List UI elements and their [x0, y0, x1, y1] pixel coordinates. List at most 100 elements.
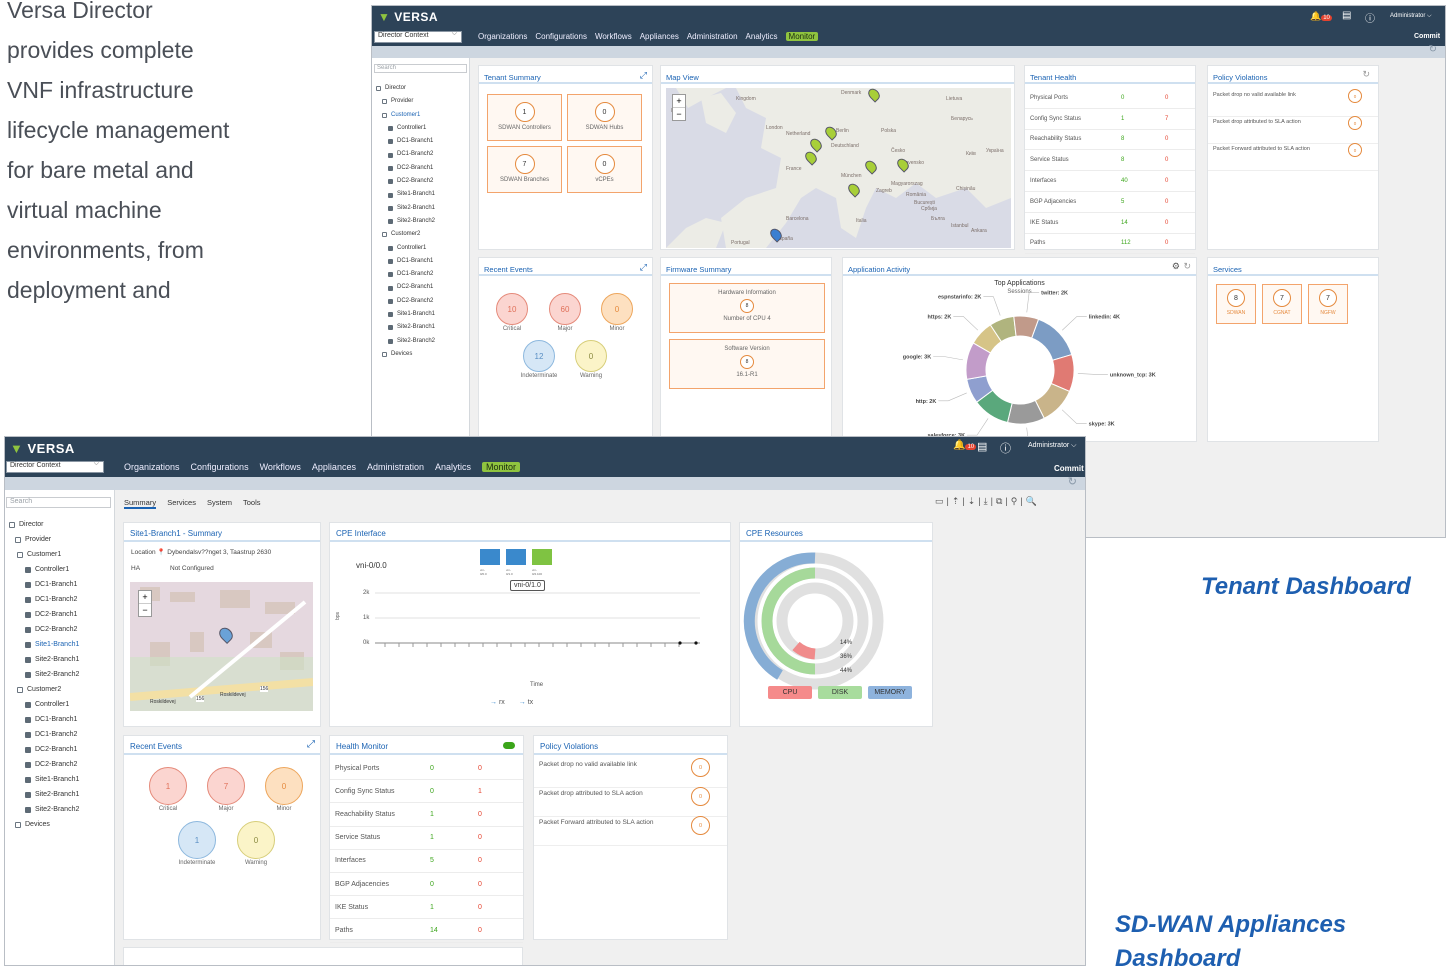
tree-node[interactable]: DC1-Branch2 — [9, 592, 79, 607]
donut-slice-linkedin[interactable] — [1031, 318, 1073, 361]
tree-node[interactable]: DC1-Branch1 — [9, 712, 79, 727]
download-icon[interactable]: ⇣ — [968, 496, 979, 506]
tree-node[interactable]: DC2-Branch2 — [376, 175, 435, 188]
health-row[interactable]: Reachability Status 8 0 — [1025, 130, 1195, 151]
nav-configurations[interactable]: Configurations — [535, 32, 587, 41]
tree-node[interactable]: Site2-Branch2 — [9, 802, 79, 817]
health-row[interactable]: Reachability Status 1 0 — [330, 803, 523, 827]
vcpes-tile[interactable]: 0 vCPEs — [567, 146, 642, 193]
tree-node[interactable]: Site1-Branch1 — [376, 188, 435, 201]
policy-violation-row[interactable]: Packet drop attributed to SLA action 0 — [1208, 116, 1378, 144]
nav-administration[interactable]: Administration — [687, 32, 738, 41]
sdwan-hubs-tile[interactable]: 0 SDWAN Hubs — [567, 94, 642, 141]
tree-node[interactable]: Controller1 — [9, 697, 79, 712]
tools-icon[interactable]: ⚲ — [1011, 496, 1021, 506]
disk-button[interactable]: DISK — [818, 686, 862, 699]
nav-organizations[interactable]: Organizations — [124, 462, 180, 472]
event-count-minor[interactable]: 0 — [601, 293, 633, 325]
export-icon[interactable]: ⤓ — [984, 496, 991, 506]
health-row[interactable]: IKE Status 1 0 — [330, 896, 523, 920]
tree-node[interactable]: Site2-Branch1 — [376, 202, 435, 215]
nav-workflows[interactable]: Workflows — [595, 32, 632, 41]
legend-tx[interactable]: → tx — [519, 699, 533, 706]
software-version-tile[interactable]: Software Version 8 16.1-R1 — [669, 339, 825, 389]
alerts-bell-icon[interactable]: 🔔 10 — [1310, 11, 1332, 22]
nav-workflows[interactable]: Workflows — [260, 462, 301, 472]
nav-organizations[interactable]: Organizations — [478, 32, 527, 41]
tree-node[interactable]: Director — [376, 82, 435, 95]
tree-search-input[interactable]: Search — [6, 497, 111, 508]
health-row[interactable]: BGP Adjacencies 0 0 — [330, 873, 523, 897]
tree-node[interactable]: DC2-Branch1 — [376, 162, 435, 175]
tab-system[interactable]: System — [207, 498, 232, 507]
service-sdwan-tile[interactable]: 8 SDWAN — [1216, 284, 1256, 324]
nav-appliances[interactable]: Appliances — [312, 462, 356, 472]
tree-node[interactable]: Site1-Branch1 — [376, 308, 435, 321]
health-row[interactable]: Interfaces 5 0 — [330, 850, 523, 873]
tree-node[interactable]: Director — [9, 517, 79, 532]
policy-violation-row[interactable]: Packet Forward attributed to SLA action 0 — [1208, 143, 1378, 171]
memory-button[interactable]: MEMORY — [868, 686, 912, 699]
tree-node[interactable]: Provider — [9, 532, 79, 547]
expand-icon[interactable]: ⤢ — [640, 262, 647, 273]
tree-node[interactable]: Site2-Branch1 — [9, 652, 79, 667]
tree-node[interactable]: Customer1 — [9, 547, 79, 562]
event-count-indeterminate[interactable]: 12 — [523, 340, 555, 372]
event-count-warning[interactable]: 0 — [237, 821, 275, 859]
policy-violation-row[interactable]: Packet Forward attributed to SLA action 0 — [534, 816, 727, 846]
search-icon[interactable]: 🔍 — [1026, 496, 1040, 506]
tree-node[interactable]: DC1-Branch2 — [376, 148, 435, 161]
tree-node[interactable]: Site2-Branch2 — [376, 335, 435, 348]
health-row[interactable]: Paths 112 0 — [1025, 234, 1195, 255]
legend-rx[interactable]: → rx — [490, 699, 505, 706]
event-count-critical[interactable]: 1 — [149, 767, 187, 805]
sdwan-controllers-tile[interactable]: 1 SDWAN Controllers — [487, 94, 562, 141]
info-icon[interactable]: ⓘ — [1365, 10, 1375, 25]
health-row[interactable]: Paths 14 0 — [330, 919, 523, 943]
europe-map[interactable]: KingdomIrelandLondonNetherlandBerlinPols… — [666, 88, 1011, 248]
event-count-critical[interactable]: 10 — [496, 293, 528, 325]
zoom-in-button[interactable]: + — [139, 591, 151, 604]
zoom-in-button[interactable]: + — [673, 95, 685, 108]
copy-icon[interactable]: ⧉ — [996, 496, 1005, 506]
event-count-warning[interactable]: 0 — [575, 340, 607, 372]
event-count-major[interactable]: 60 — [549, 293, 581, 325]
terminal-icon[interactable]: ▭ — [935, 496, 947, 506]
event-count-indeterminate[interactable]: 1 — [178, 821, 216, 859]
nav-administration[interactable]: Administration — [367, 462, 424, 472]
nav-appliances[interactable]: Appliances — [640, 32, 679, 41]
sdwan-branches-tile[interactable]: 7 SDWAN Branches — [487, 146, 562, 193]
context-select[interactable]: Director Context — [6, 460, 104, 473]
tree-node[interactable]: Site2-Branch1 — [9, 787, 79, 802]
site-street-map[interactable]: + − Roskildevej 156 Roskildevej 156 — [130, 582, 313, 711]
tab-tools[interactable]: Tools — [243, 498, 261, 507]
zoom-out-button[interactable]: − — [139, 604, 151, 616]
policy-violation-row[interactable]: Packet drop attributed to SLA action 0 — [534, 787, 727, 817]
tree-search-input[interactable]: Search — [374, 64, 467, 73]
health-row[interactable]: Service Status 1 0 — [330, 827, 523, 850]
tree-node[interactable]: DC1-Branch1 — [376, 255, 435, 268]
expand-icon[interactable]: ⤢ — [307, 739, 315, 750]
hardware-info-tile[interactable]: Hardware Information 8 Number of CPU 4 — [669, 283, 825, 333]
nav-monitor[interactable]: Monitor — [785, 32, 819, 41]
tree-node[interactable]: DC1-Branch1 — [9, 577, 79, 592]
context-select[interactable]: Director Context — [374, 30, 462, 43]
nav-monitor[interactable]: Monitor — [482, 462, 521, 472]
health-row[interactable]: Physical Ports 0 0 — [330, 757, 523, 781]
cpu-button[interactable]: CPU — [768, 686, 812, 699]
tree-node[interactable]: DC2-Branch1 — [9, 607, 79, 622]
zoom-out-button[interactable]: − — [673, 108, 685, 120]
service-ngfw-tile[interactable]: 7 NGFW — [1308, 284, 1348, 324]
refresh-icon[interactable]: ↻ — [1429, 44, 1437, 55]
document-icon[interactable]: ▤ — [1342, 10, 1351, 21]
tree-node[interactable]: Site1-Branch1 — [9, 637, 79, 652]
commit-button[interactable]: Commit — [1414, 33, 1440, 40]
info-icon[interactable]: ⓘ — [1000, 440, 1011, 456]
user-menu[interactable]: Administrator ⌵ — [1390, 13, 1432, 20]
expand-icon[interactable]: ⤢ — [640, 70, 647, 81]
tree-node[interactable]: Devices — [9, 817, 79, 832]
tree-node[interactable]: Site2-Branch2 — [376, 215, 435, 228]
tree-node[interactable]: DC2-Branch1 — [9, 742, 79, 757]
service-cgnat-tile[interactable]: 7 CGNAT — [1262, 284, 1302, 324]
health-row[interactable]: BGP Adjacencies 5 0 — [1025, 192, 1195, 213]
